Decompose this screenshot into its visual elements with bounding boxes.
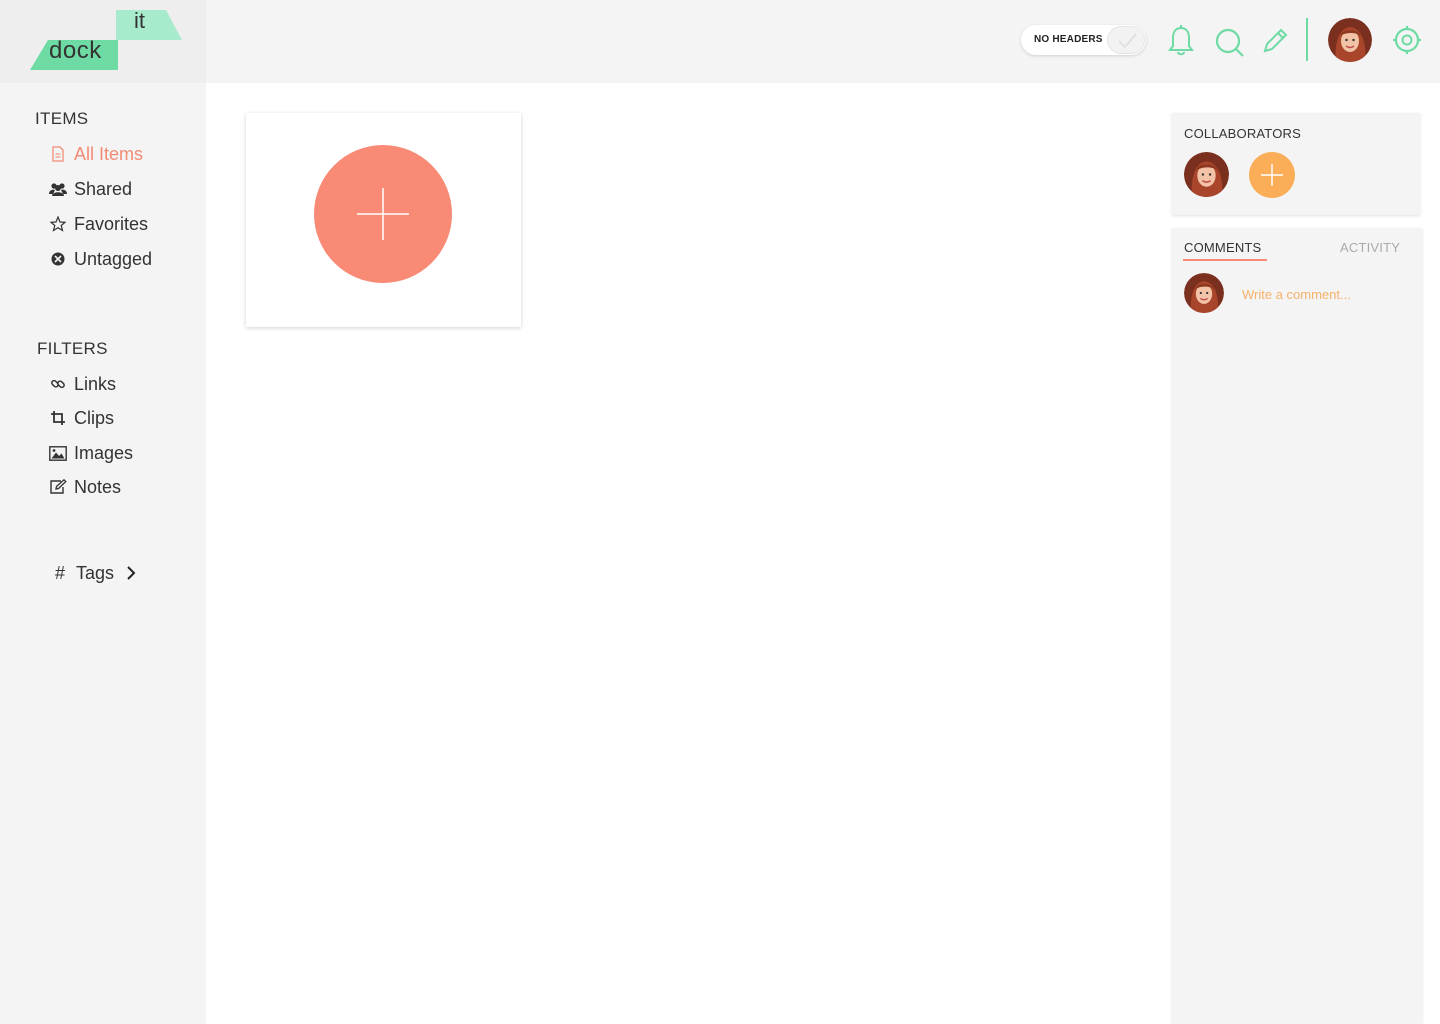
collaborators-panel: COLLABORATORS [1172,113,1420,215]
document-icon [48,145,68,163]
sidebar-item-label: Shared [74,178,133,199]
logo-text-it: it [134,8,145,33]
tab-comments[interactable]: COMMENTS [1184,240,1261,255]
add-collaborator-button[interactable] [1249,152,1295,198]
sidebar-item-untagged[interactable]: Untagged [48,246,152,272]
plus-icon [357,188,409,240]
collaborator-avatar[interactable] [1184,152,1229,197]
active-tab-indicator [1183,259,1267,261]
sidebar-item-all-items[interactable]: All Items [48,141,143,167]
sidebar-item-label: Favorites [74,213,149,234]
sidebar-item-label: Tags [76,562,115,583]
untagged-icon [48,250,68,268]
sidebar-item-label: Notes [74,476,122,497]
user-avatar[interactable] [1328,18,1372,62]
sidebar-item-label: Untagged [74,248,153,269]
bell-icon[interactable] [1165,24,1197,58]
plus-icon [1261,164,1283,186]
sidebar: ITEMS All Items Shared Favorites Untagge… [0,83,206,1024]
toggle-knob[interactable] [1107,26,1145,54]
logo-it-shape [116,10,182,40]
star-icon [48,215,68,233]
sidebar-item-label: All Items [74,143,144,164]
commenter-avatar [1184,273,1224,313]
top-bar: dock it NO HEADERS [0,0,1440,83]
items-section-title: ITEMS [35,109,89,128]
no-headers-toggle[interactable]: NO HEADERS [1021,25,1146,55]
comment-input[interactable] [1242,282,1407,306]
crop-icon [48,409,68,427]
hash-icon: # [54,562,65,583]
toggle-label: NO HEADERS [1034,34,1103,45]
comments-panel: COMMENTS ACTIVITY [1172,228,1422,1024]
sidebar-item-favorites[interactable]: Favorites [48,211,148,237]
collaborators-title: COLLABORATORS [1184,126,1301,141]
edit-icon [48,478,68,496]
gear-icon[interactable] [1391,23,1423,57]
logo-area: dock it [0,0,206,83]
sidebar-item-shared[interactable]: Shared [48,176,132,202]
sidebar-item-label: Links [74,373,117,394]
new-item-card [246,113,521,327]
header-divider [1306,18,1308,61]
tab-activity[interactable]: ACTIVITY [1340,240,1400,255]
users-icon [48,180,68,198]
add-item-button[interactable] [314,145,452,283]
filters-section-title: FILTERS [37,339,108,358]
search-icon[interactable] [1213,24,1245,58]
sidebar-item-clips[interactable]: Clips [48,405,114,431]
sidebar-item-label: Clips [74,407,115,428]
sidebar-item-label: Images [74,442,134,463]
check-icon [1118,33,1137,49]
sidebar-item-images[interactable]: Images [48,440,133,466]
sidebar-item-tags[interactable]: # Tags [50,560,136,586]
sidebar-item-notes[interactable]: Notes [48,474,121,500]
pencil-icon[interactable] [1260,24,1292,58]
app-logo[interactable]: dock it [30,8,182,72]
logo-text-dock: dock [49,37,102,64]
image-icon [48,444,68,462]
link-icon [48,375,68,393]
chevron-right-icon [127,566,136,580]
sidebar-item-links[interactable]: Links [48,371,116,397]
